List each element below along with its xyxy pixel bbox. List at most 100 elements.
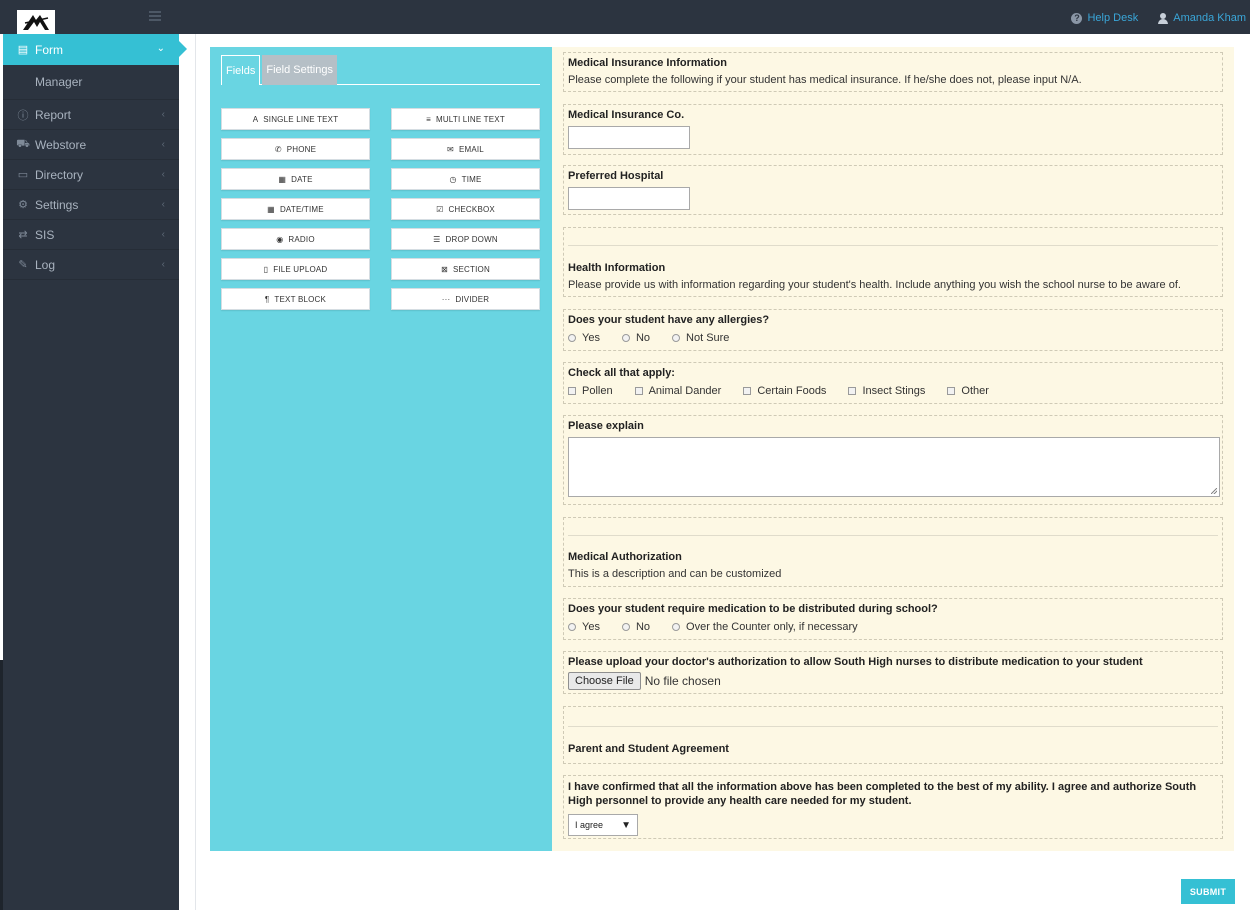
sidebar-item-label: Webstore [35,137,87,152]
add-phone-button[interactable]: ✆ PHONE [221,138,370,160]
sidebar-item-settings[interactable]: ⚙ Settings ‹ [3,190,179,220]
sidebar-item-report[interactable]: ⓘ Report ‹ [3,100,179,130]
user-menu[interactable]: Amanda Kham [1158,12,1246,24]
question-circle-icon: ? [1071,12,1083,24]
radio-button[interactable] [568,623,576,631]
section-divider [568,535,1218,536]
checkbox-option-other[interactable]: Other [947,385,989,397]
option-label: Yes [582,621,600,633]
choose-file-button[interactable]: Choose File [568,672,641,690]
radio-button[interactable] [621,334,630,342]
cart-icon: ⛟ [16,137,30,150]
radio-option-yes[interactable]: Yes [568,621,600,633]
preferred-hospital-input[interactable] [568,187,690,210]
calendar-icon: ▦ [267,204,275,214]
add-checkbox-button[interactable]: ☑ CHECKBOX [391,198,540,220]
field-medical-insurance-co[interactable]: Medical Insurance Co. [563,104,1223,155]
add-divider-button[interactable]: ··· DIVIDER [391,288,540,310]
add-drop-down-button[interactable]: ☰ DROP DOWN [391,228,540,250]
option-label: Yes [582,332,600,344]
tab-fields[interactable]: Fields [221,55,261,85]
logo[interactable] [17,10,55,34]
agreement-select[interactable]: I agree ▼ [568,814,638,836]
sidebar-item-sis[interactable]: ⇄ SIS ‹ [3,220,179,250]
chevron-left-icon: ‹ [161,259,165,270]
radio-button[interactable] [568,334,576,342]
radio-option-not-sure[interactable]: Not Sure [672,332,729,344]
add-date-button[interactable]: ▦ DATE [221,168,370,190]
section-health-information[interactable]: Health Information Please provide us wit… [563,227,1223,297]
add-date-time-button[interactable]: ▦ DATE/TIME [221,198,370,220]
section-parent-student-agreement[interactable]: Parent and Student Agreement [563,706,1223,764]
section-medical-authorization[interactable]: Medical Authorization This is a descript… [563,517,1223,587]
add-section-button[interactable]: ⊠ SECTION [391,258,540,280]
insurance-co-input[interactable] [568,126,690,149]
explain-textarea[interactable] [568,437,1220,497]
calendar-icon: ▦ [278,174,287,184]
field-allergies[interactable]: Does your student have any allergies? Ye… [563,309,1223,351]
tab-field-settings[interactable]: Field Settings [262,55,337,85]
ellipsis-icon: ··· [441,294,451,304]
radio-button[interactable] [621,623,630,631]
hamburger-menu-icon[interactable] [149,11,161,21]
add-single-line-text-button[interactable]: A SINGLE LINE TEXT [221,108,370,130]
checkbox-option-pollen[interactable]: Pollen [568,385,613,397]
add-time-button[interactable]: ◷ TIME [391,168,540,190]
field-please-explain[interactable]: Please explain [563,415,1223,505]
option-label: No [635,621,651,633]
field-preferred-hospital[interactable]: Preferred Hospital [563,165,1223,215]
field-doctor-authorization-upload[interactable]: Please upload your doctor's authorizatio… [563,651,1223,694]
sidebar-item-form[interactable]: ▤ Form ⌄ [3,34,187,65]
checkbox-option-animal-dander[interactable]: Animal Dander [634,385,721,397]
checkbox[interactable] [634,387,643,395]
radio-button[interactable] [672,623,681,631]
add-radio-button[interactable]: ◉ RADIO [221,228,370,250]
file-status: No file chosen [644,674,721,688]
field-label: Does your student require medication to … [568,603,938,615]
field-button-label: PHONE [286,144,317,154]
sidebar-item-label: Report [35,107,72,122]
option-label: Over the Counter only, if necessary [686,621,858,633]
list-icon: ☰ [433,234,441,244]
section-description: Please provide us with information regar… [568,279,1181,291]
field-label: Does your student have any allergies? [568,314,770,326]
clock-icon: ◷ [449,174,457,184]
dropdown-arrow-icon: ▼ [621,819,631,831]
radio-option-no[interactable]: No [621,332,651,344]
sidebar-item-directory[interactable]: ▭ Directory ‹ [3,160,179,190]
logo-mark-icon [23,15,49,30]
checkbox[interactable] [568,387,576,395]
field-agreement-confirmation[interactable]: I have confirmed that all the informatio… [563,775,1223,839]
top-right-links: ? Help Desk Amanda Kham [1071,12,1246,24]
sidebar: ▤ Form ⌄ Manager ⓘ Report ‹ ⛟ Webstore ‹… [3,34,187,910]
add-file-upload-button[interactable]: ▯ FILE UPLOAD [221,258,370,280]
help-desk-link[interactable]: ? Help Desk [1071,12,1138,24]
sidebar-item-log[interactable]: ✎ Log ‹ [3,250,179,280]
phone-icon: ✆ [274,144,282,154]
radio-option-no[interactable]: No [621,621,651,633]
radio-option-yes[interactable]: Yes [568,332,600,344]
radio-button[interactable] [672,334,681,342]
checkbox[interactable] [947,387,956,395]
checkbox[interactable] [848,387,857,395]
checkbox-option-insect-stings[interactable]: Insect Stings [848,385,925,397]
section-medical-insurance[interactable]: Medical Insurance Information Please com… [563,52,1223,92]
add-text-block-button[interactable]: ¶ TEXT BLOCK [221,288,370,310]
add-multi-line-text-button[interactable]: ≡ MULTI LINE TEXT [391,108,540,130]
sidebar-item-label: Manager [35,75,83,89]
sidebar-item-manager[interactable]: Manager [3,65,179,100]
field-medication-distribution[interactable]: Does your student require medication to … [563,598,1223,640]
radio-icon: ◉ [276,234,284,244]
sidebar-item-webstore[interactable]: ⛟ Webstore ‹ [3,130,179,160]
submit-button[interactable]: SUBMIT [1181,879,1235,904]
checkbox[interactable] [743,387,752,395]
radio-option-over-the-counter[interactable]: Over the Counter only, if necessary [672,621,858,633]
help-desk-label: Help Desk [1087,12,1139,24]
checkbox-option-certain-foods[interactable]: Certain Foods [743,385,826,397]
option-label: Pollen [582,385,613,397]
field-check-all[interactable]: Check all that apply: Pollen Animal Dand… [563,362,1223,404]
add-email-button[interactable]: ✉ EMAIL [391,138,540,160]
file-icon: ▯ [263,264,269,274]
field-label: Preferred Hospital [568,170,664,182]
option-label: No [635,332,651,344]
